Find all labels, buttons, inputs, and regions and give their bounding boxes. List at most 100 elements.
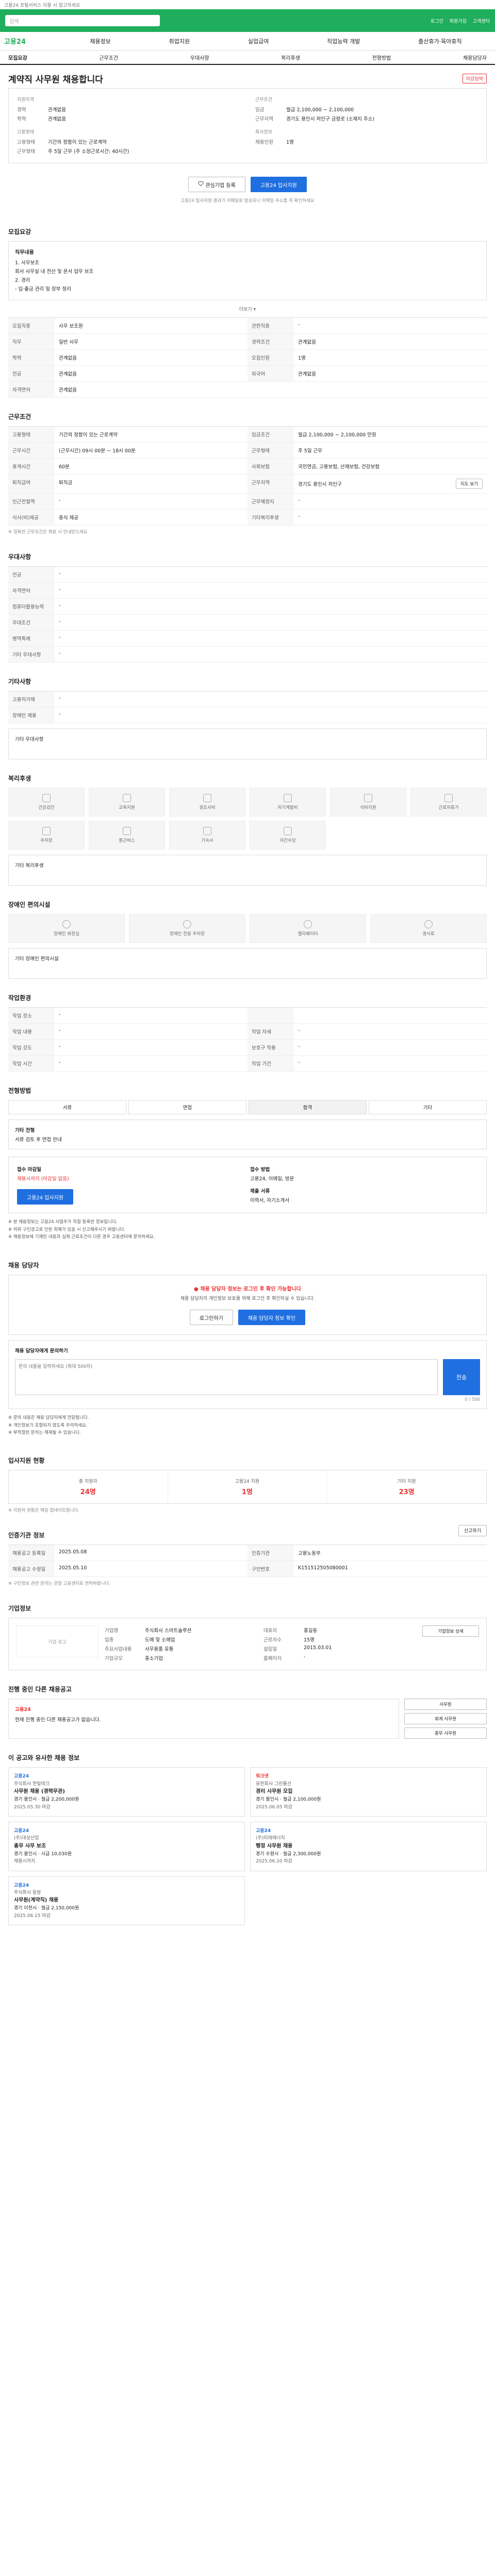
gnb-item-support[interactable]: 취업지원 [169,37,190,45]
welfare-grid: 건강검진 교육지원 경조사비 자기계발비 식비지원 근로자휴가 주차장 통근버스… [8,788,487,850]
other-jobs-desc: 현재 진행 중인 다른 채용공고가 없습니다. [15,1717,101,1723]
welfare-item: 근로자휴가 [410,788,487,817]
card-date: 2025.06.10 마감 [256,1859,292,1865]
card-company: (주)대성산업 [14,1836,39,1841]
related-job-button[interactable]: 회계 사무원 [404,1713,487,1725]
inquiry-box: 채용 담당자에게 문의하기 전송 0 / 500 [8,1340,487,1410]
gnb-item-benefit[interactable]: 실업급여 [248,37,269,45]
cell-value: 중식 제공 [55,510,248,526]
tab-preference[interactable]: 우대사항 [190,54,209,61]
company-value: 홍길동 [304,1628,318,1634]
manager-info-button[interactable]: 채용 담당자 정보 확인 [238,1310,306,1326]
report-button[interactable]: 신고하기 [458,1524,487,1536]
tab-conditions[interactable]: 근무조건 [99,54,118,61]
disabled-item: 엘리베이터 [250,914,366,943]
interest-button[interactable]: 관심기업 등록 [188,177,245,192]
cell-value: - [294,494,487,510]
cell-value: - [55,1040,248,1056]
welfare-label: 식비지원 [360,805,376,811]
gnb-item-jobs[interactable]: 채용정보 [90,37,110,45]
stat-label: 총 지원자 [78,1479,97,1485]
cell-value: 기간의 정함이 있는 근로계약 [55,427,248,443]
section-title-preference: 우대사항 [8,553,31,561]
login-button[interactable]: 로그인하기 [189,1310,233,1326]
heart-icon [198,181,204,188]
inquiry-send-button[interactable]: 전송 [443,1359,480,1396]
search-input[interactable]: 검색 [5,15,160,26]
summary-label: 경력 [17,107,26,113]
job-card[interactable]: 고용24 (주)미래에너지 행정 사무원 채용 경기 수원시 · 월급 2,30… [250,1821,487,1871]
disabled-item: 장애인 화장실 [8,914,125,943]
cell-label: 우대조건 [8,615,55,631]
tab-recruit[interactable]: 모집요강 [8,54,27,61]
cell-label: 관련직종 [248,318,294,334]
cell-label: 작업 자세 [248,1024,294,1040]
note-line: ※ 문의 내용은 채용 담당자에게 전달됩니다. [8,1415,89,1421]
other-jobs-tag: 고용24 [15,1707,31,1713]
gnb-item-leave[interactable]: 출산휴가·육아휴직 [418,37,461,45]
duty-title: 직무내용 [15,250,34,256]
gnb-item-training[interactable]: 직업능력 개발 [327,37,360,45]
cell-label: 고용형태 [8,427,55,443]
tab-manager[interactable]: 채용담당자 [463,54,487,61]
step-interview: 면접 [128,1100,246,1115]
cell-label: 채용공고 등록일 [8,1545,55,1562]
apply-button[interactable]: 고용24 입사지원 [250,177,307,192]
cell-label: 임금조건 [248,427,294,443]
card-tag: 고용24 [14,1883,29,1888]
job-card[interactable]: 고용24 (주)대성산업 총무 사무 보조 경기 용인시 · 시급 10,030… [8,1821,245,1871]
card-meta: 경기 이천시 · 월급 2,150,000원 [14,1906,79,1911]
disabled-etc-box: 기타 장애인 편의시설 [8,948,487,979]
related-job-button[interactable]: 사무원 [404,1699,487,1710]
job-card[interactable]: 워크넷 유한회사 그린물산 경리 사무원 모집 경기 용인시 · 월급 2,10… [250,1767,487,1817]
cell-label: 자격면허 [8,382,55,398]
cell-value: 60분 [55,459,248,475]
cell-value: - [55,494,248,510]
job-card[interactable]: 고용24 주식회사 한빛테크 사무원 채용 (경력무관) 경기 용인시 · 월급… [8,1767,245,1817]
cell-value: 2025.05.10 [55,1561,248,1578]
cell-label: 사회보험 [248,459,294,475]
summary-value: 관계없음 [48,107,66,113]
cell-value: - [59,571,61,577]
selection-extra-value: 서류 검토 후 면접 안내 [15,1137,62,1143]
util-login[interactable]: 로그인 [431,18,443,24]
cell-label: 작업 장소 [8,1008,55,1024]
company-label: 홈페이지 [263,1656,282,1662]
util-join[interactable]: 회원가입 [450,18,467,24]
inquiry-input[interactable] [15,1359,438,1396]
welfare-label: 교육지원 [119,805,135,811]
company-value: - [304,1654,306,1660]
more-link[interactable]: 더보기 ▾ [8,300,487,317]
other-table: 고용허가제 - 장애인 채용 - [8,691,487,724]
cell-value [294,1008,487,1024]
map-button[interactable]: 지도 보기 [456,479,483,489]
company-detail-button[interactable]: 기업정보 상세 [422,1625,479,1637]
disabled-grid: 장애인 화장실 장애인 전용 주차장 엘리베이터 경사로 [8,914,487,943]
brand-logo[interactable]: 고용24 [4,36,61,46]
cell-label: 인근전철역 [8,494,55,510]
posting-note: ※ 구인정보 관련 문의는 관할 고용센터로 연락바랍니다. [8,1581,111,1587]
disabled-label: 경사로 [422,931,435,937]
card-title: 행정 사무원 채용 [256,1843,293,1849]
deadline-value: 채용시까지 (마감일 없음) [17,1176,69,1182]
manager-alert: ● 채용 담당자 정보는 로그인 후 확인 가능합니다 [18,1284,477,1292]
page-title: 계약직 사무원 채용합니다 [8,75,103,85]
recruit-table: 모집직종 사무 보조원 관련직종 - 직무 일반 사무 경력조건 관계없음 학력 관계없음 모집… [8,317,487,382]
disabled-item: 장애인 전용 주차장 [129,914,245,943]
cell-label: 근무시간 [8,443,55,459]
job-card[interactable]: 고용24 주식회사 동방 사무원(계약직) 채용 경기 이천시 · 월급 2,1… [8,1876,245,1926]
disabled-label: 엘리베이터 [298,931,318,937]
card-meta: 경기 용인시 · 월급 2,200,000원 [14,1797,79,1803]
tab-welfare[interactable]: 복리후생 [281,54,300,61]
cell-label: 모집직종 [8,318,55,334]
manager-desc: 채용 담당자의 개인정보 보호를 위해 로그인 후 확인하실 수 있습니다. [180,1296,315,1301]
util-help[interactable]: 고객센터 [473,18,490,24]
card-meta: 경기 용인시 · 월급 2,100,000원 [256,1797,321,1803]
tab-selection[interactable]: 전형방법 [372,54,391,61]
welfare-label: 야간수당 [279,838,296,844]
method-value: 고용24, 이메일, 방문 [250,1176,294,1182]
chevron-down-icon: ▾ [253,307,256,313]
apply-button-bottom[interactable]: 고용24 입사지원 [17,1189,74,1205]
conditions-table: 고용형태 기간의 정함이 있는 근로계약 임금조건 월급 2,100,000 ~ 2,… [8,426,487,526]
related-job-button[interactable]: 총무 사무원 [404,1727,487,1739]
